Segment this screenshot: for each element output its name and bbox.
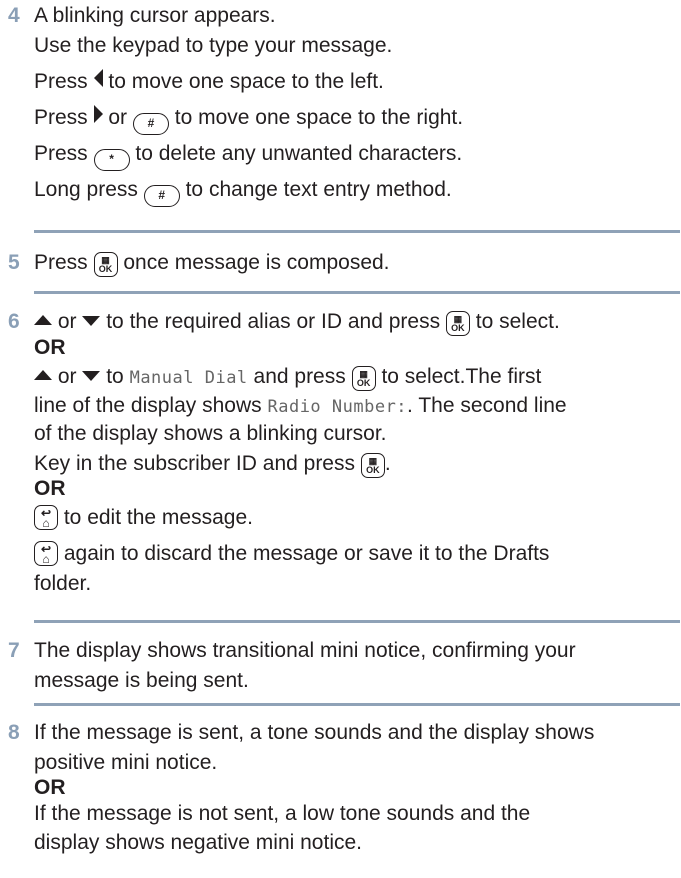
menu-item-text: Manual Dial [129, 368, 248, 388]
step-text: Press * to delete any unwanted character… [34, 140, 675, 176]
hash-key-icon: # [132, 113, 169, 135]
ok-key-icon: ▦ OK [360, 453, 385, 478]
step-text: Key in the subscriber ID and press ▦ OK. [34, 450, 675, 478]
step-text: line of the display shows Radio Number:.… [34, 394, 567, 417]
step-text: ↩ ⌂ to edit the message. [34, 504, 675, 540]
step-text: The display shows transitional mini noti… [34, 639, 576, 662]
step-content: or to the required alias or ID and press… [34, 308, 675, 606]
step-text: Press ▦ OK once message is composed. [34, 249, 675, 285]
divider [34, 620, 680, 623]
ok-key-icon: ▦ OK [93, 252, 118, 277]
step-text: or to the required alias or ID and press… [34, 308, 675, 336]
step-text: Press or # to move one space to the righ… [34, 104, 675, 140]
down-arrow-icon [82, 316, 101, 326]
step-text: Press to move one space to the left. [34, 69, 384, 93]
down-arrow-icon [82, 371, 101, 381]
or-label: OR [34, 336, 66, 359]
ok-key-icon: ▦ OK [445, 311, 470, 336]
divider [34, 291, 680, 294]
step-number: 8 [8, 721, 20, 744]
step-text: or to Manual Dial and press ▦ OK to selec… [34, 363, 675, 392]
step-text: If the message is sent, a tone sounds an… [34, 721, 595, 744]
step-content: The display shows transitional mini noti… [34, 637, 675, 703]
step-text: If the message is not sent, a low tone s… [34, 802, 531, 825]
back-key-icon: ↩ ⌂ [34, 541, 58, 566]
divider [34, 230, 680, 233]
step-text: positive mini notice. [34, 751, 218, 774]
step-text: A blinking cursor appears. [34, 4, 276, 27]
or-label: OR [34, 776, 66, 799]
step-text: Long press # to change text entry method… [34, 176, 675, 212]
up-arrow-icon [34, 315, 52, 325]
divider [34, 703, 680, 706]
step-text: Use the keypad to type your message. [34, 34, 393, 57]
step-text: ↩ ⌂ again to discard the message or save … [34, 540, 675, 570]
or-label: OR [34, 477, 66, 500]
left-arrow-icon [93, 69, 103, 87]
step-text: of the display shows a blinking cursor. [34, 422, 387, 445]
hash-key-icon: # [143, 185, 180, 207]
back-key-icon: ↩ ⌂ [34, 505, 58, 530]
step-text: message is being sent. [34, 669, 249, 692]
step-number: 5 [8, 251, 20, 274]
step-number: 6 [8, 310, 20, 333]
ok-key-icon: ▦ OK [351, 366, 376, 391]
up-arrow-icon [34, 370, 52, 380]
step-number: 7 [8, 639, 20, 662]
display-text: Radio Number: [267, 397, 408, 417]
step-content: A blinking cursor appears. Use the keypa… [34, 2, 675, 212]
step-number: 4 [8, 4, 20, 27]
star-key-icon: * [93, 149, 130, 171]
step-text: display shows negative mini notice. [34, 831, 363, 854]
step-content: If the message is sent, a tone sounds an… [34, 719, 675, 865]
step-content: Press ▦ OK once message is composed. [34, 249, 675, 285]
step-text: folder. [34, 572, 92, 595]
right-arrow-icon [93, 105, 103, 123]
